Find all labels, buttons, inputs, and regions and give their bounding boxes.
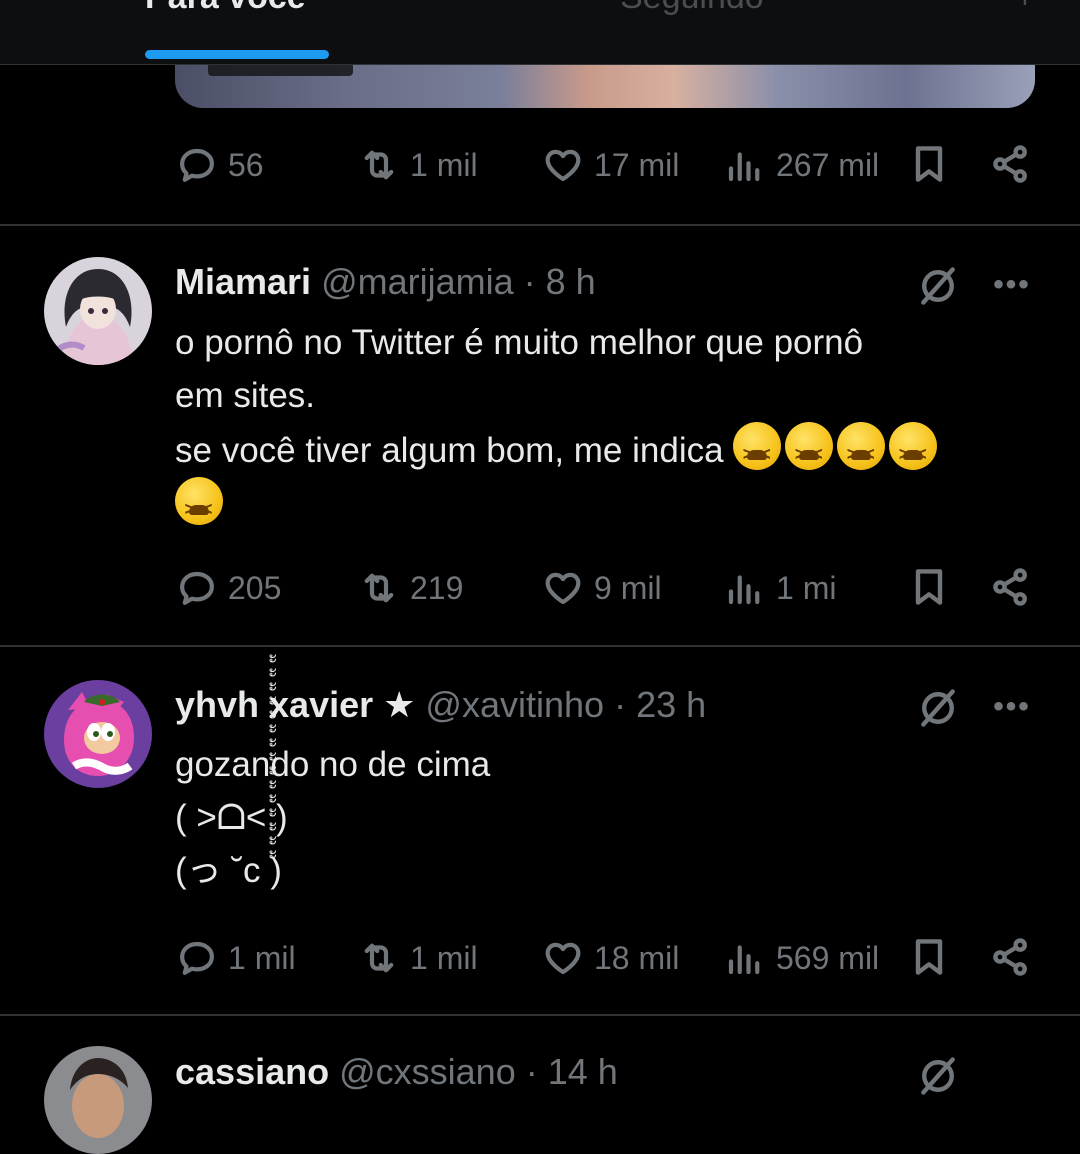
share-icon [993,568,1027,606]
like-button[interactable]: 17 mil [542,140,679,190]
tab-add[interactable]: + [1015,0,1035,17]
views-count: 1 mi [776,569,837,606]
repost-button[interactable]: 1 mil [358,140,478,190]
like-count: 17 mil [594,146,680,183]
like-count: 18 mil [594,939,680,976]
grok-icon [921,689,955,727]
reply-button[interactable]: 205 [176,563,281,613]
like-count: 9 mil [594,569,662,606]
more-icon: ••• [993,690,1031,723]
reply-count: 56 [228,146,264,183]
post-text-line: em sites. [175,376,316,415]
tired-face-emoji [733,422,782,481]
heart-icon [545,942,581,975]
author-handle[interactable]: @cxssiano [339,1051,516,1092]
grok-icon [921,267,955,305]
post-text: o pornô no Twitter é muito melhor que po… [175,316,1045,536]
author-handle[interactable]: @marijamia [321,261,514,302]
share-icon [993,145,1027,183]
post-time[interactable]: · 23 h [614,684,706,725]
more-icon: ••• [993,268,1031,301]
author-handle[interactable]: @xavitinho [425,684,604,725]
reply-count: 1 mil [228,939,296,976]
post-actions: 205 219 9 mil 1 mi [0,563,1080,613]
grok-button[interactable] [914,262,962,310]
avatar[interactable] [44,680,152,788]
post-divider [0,1014,1080,1016]
post-header: yhvh xavier ★ @xavitinho · 23 h [175,684,706,726]
post-header: cassiano @cxssiano · 14 h [175,1051,618,1093]
post-header: Miamari @marijamia · 8 h [175,261,596,303]
grok-icon [921,1057,955,1095]
post-text-line: se você tiver algum bom, me indica [175,422,1045,481]
post-divider [0,224,1080,226]
reply-icon [180,571,214,605]
post-text-line-content: se você tiver algum bom, me indica [175,431,724,470]
grok-button[interactable] [914,1052,962,1100]
share-icon [993,938,1027,976]
views-button[interactable]: 267 mil [724,140,879,190]
repost-button[interactable]: 1 mil [358,933,478,983]
views-count: 267 mil [776,146,880,183]
tired-face-emoji [175,477,223,536]
share-button[interactable] [987,933,1035,981]
repost-count: 1 mil [410,939,478,976]
author-name[interactable]: cassiano [175,1051,329,1092]
author-name[interactable]: Miamari [175,261,311,302]
bookmark-button[interactable] [905,563,953,611]
views-icon [728,152,760,182]
repost-count: 1 mil [410,146,478,183]
bookmark-icon [915,146,943,182]
post-divider [0,645,1080,647]
tired-face-emoji [837,422,886,481]
repost-icon [364,573,394,603]
reply-icon [180,148,214,182]
views-button[interactable]: 1 mi [724,563,836,613]
active-tab-indicator [145,50,329,59]
reply-button[interactable]: 1 mil [176,933,296,983]
reply-count: 205 [228,569,282,606]
tab-for-you[interactable]: Para você [145,0,306,17]
post-actions: 56 1 mil 17 mil 267 mil [0,140,1080,190]
heart-icon [545,149,581,182]
share-button[interactable] [987,140,1035,188]
more-button[interactable]: ••• [990,263,1034,307]
timeline-tabbar: Para você Seguindo + [0,0,1080,65]
post-time[interactable]: · 14 h [526,1051,618,1092]
tired-face-emoji [889,422,938,481]
like-button[interactable]: 18 mil [542,933,679,983]
bookmark-icon [915,569,943,605]
heart-icon [545,572,581,605]
combining-glyph-trail: ะะะะ ะะะะ ะะะะ ะะะ [268,647,278,863]
post-actions: 1 mil 1 mil 18 mil 569 mil [0,933,1080,983]
views-icon [728,575,760,605]
post-time[interactable]: · 8 h [524,261,596,302]
reply-button[interactable]: 56 [176,140,264,190]
avatar[interactable] [44,257,152,365]
tired-face-emoji [785,422,834,481]
bookmark-button[interactable] [905,140,953,188]
post-text-line [175,477,1045,536]
reply-icon [180,941,214,975]
more-button[interactable]: ••• [990,685,1034,729]
post-text-line: o pornô no Twitter é muito melhor que po… [175,323,864,362]
views-icon [728,945,760,975]
repost-button[interactable]: 219 [358,563,463,613]
tab-following[interactable]: Seguindo [620,0,764,17]
repost-icon [364,943,394,973]
avatar[interactable] [44,1046,152,1154]
bookmark-icon [915,939,943,975]
share-button[interactable] [987,563,1035,611]
views-button[interactable]: 569 mil [724,933,879,983]
repost-count: 219 [410,569,464,606]
bookmark-button[interactable] [905,933,953,981]
repost-icon [364,150,394,180]
grok-button[interactable] [914,684,962,732]
views-count: 569 mil [776,939,880,976]
like-button[interactable]: 9 mil [542,563,662,613]
